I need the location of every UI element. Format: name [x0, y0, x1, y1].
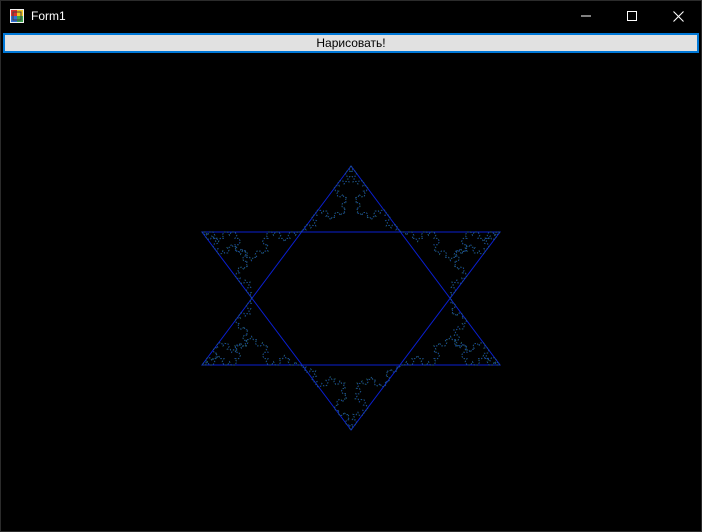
window-title: Form1: [31, 9, 66, 23]
title-bar[interactable]: Form1: [1, 1, 701, 31]
koch-edge-blue-7: [401, 335, 500, 366]
koch-edge-4: [202, 335, 301, 366]
app-icon: [10, 9, 24, 23]
koch-edge-blue-4: [202, 335, 301, 366]
close-button[interactable]: [655, 1, 701, 31]
maximize-icon: [627, 11, 637, 21]
minimize-button[interactable]: [563, 1, 609, 31]
koch-edge-10: [401, 231, 500, 262]
koch-snowflake-drawing: [200, 165, 502, 431]
app-window: Form1 Нарисовать!: [0, 0, 702, 532]
minimize-icon: [581, 11, 591, 21]
koch-edge-blue-10: [401, 231, 500, 262]
koch-edge-7: [401, 335, 500, 366]
close-icon: [672, 10, 684, 22]
koch-edge-blue-1: [202, 231, 301, 262]
drawing-area: Нарисовать!: [1, 31, 701, 531]
koch-edge-1: [202, 231, 301, 262]
maximize-button[interactable]: [609, 1, 655, 31]
draw-button[interactable]: Нарисовать!: [3, 33, 699, 53]
